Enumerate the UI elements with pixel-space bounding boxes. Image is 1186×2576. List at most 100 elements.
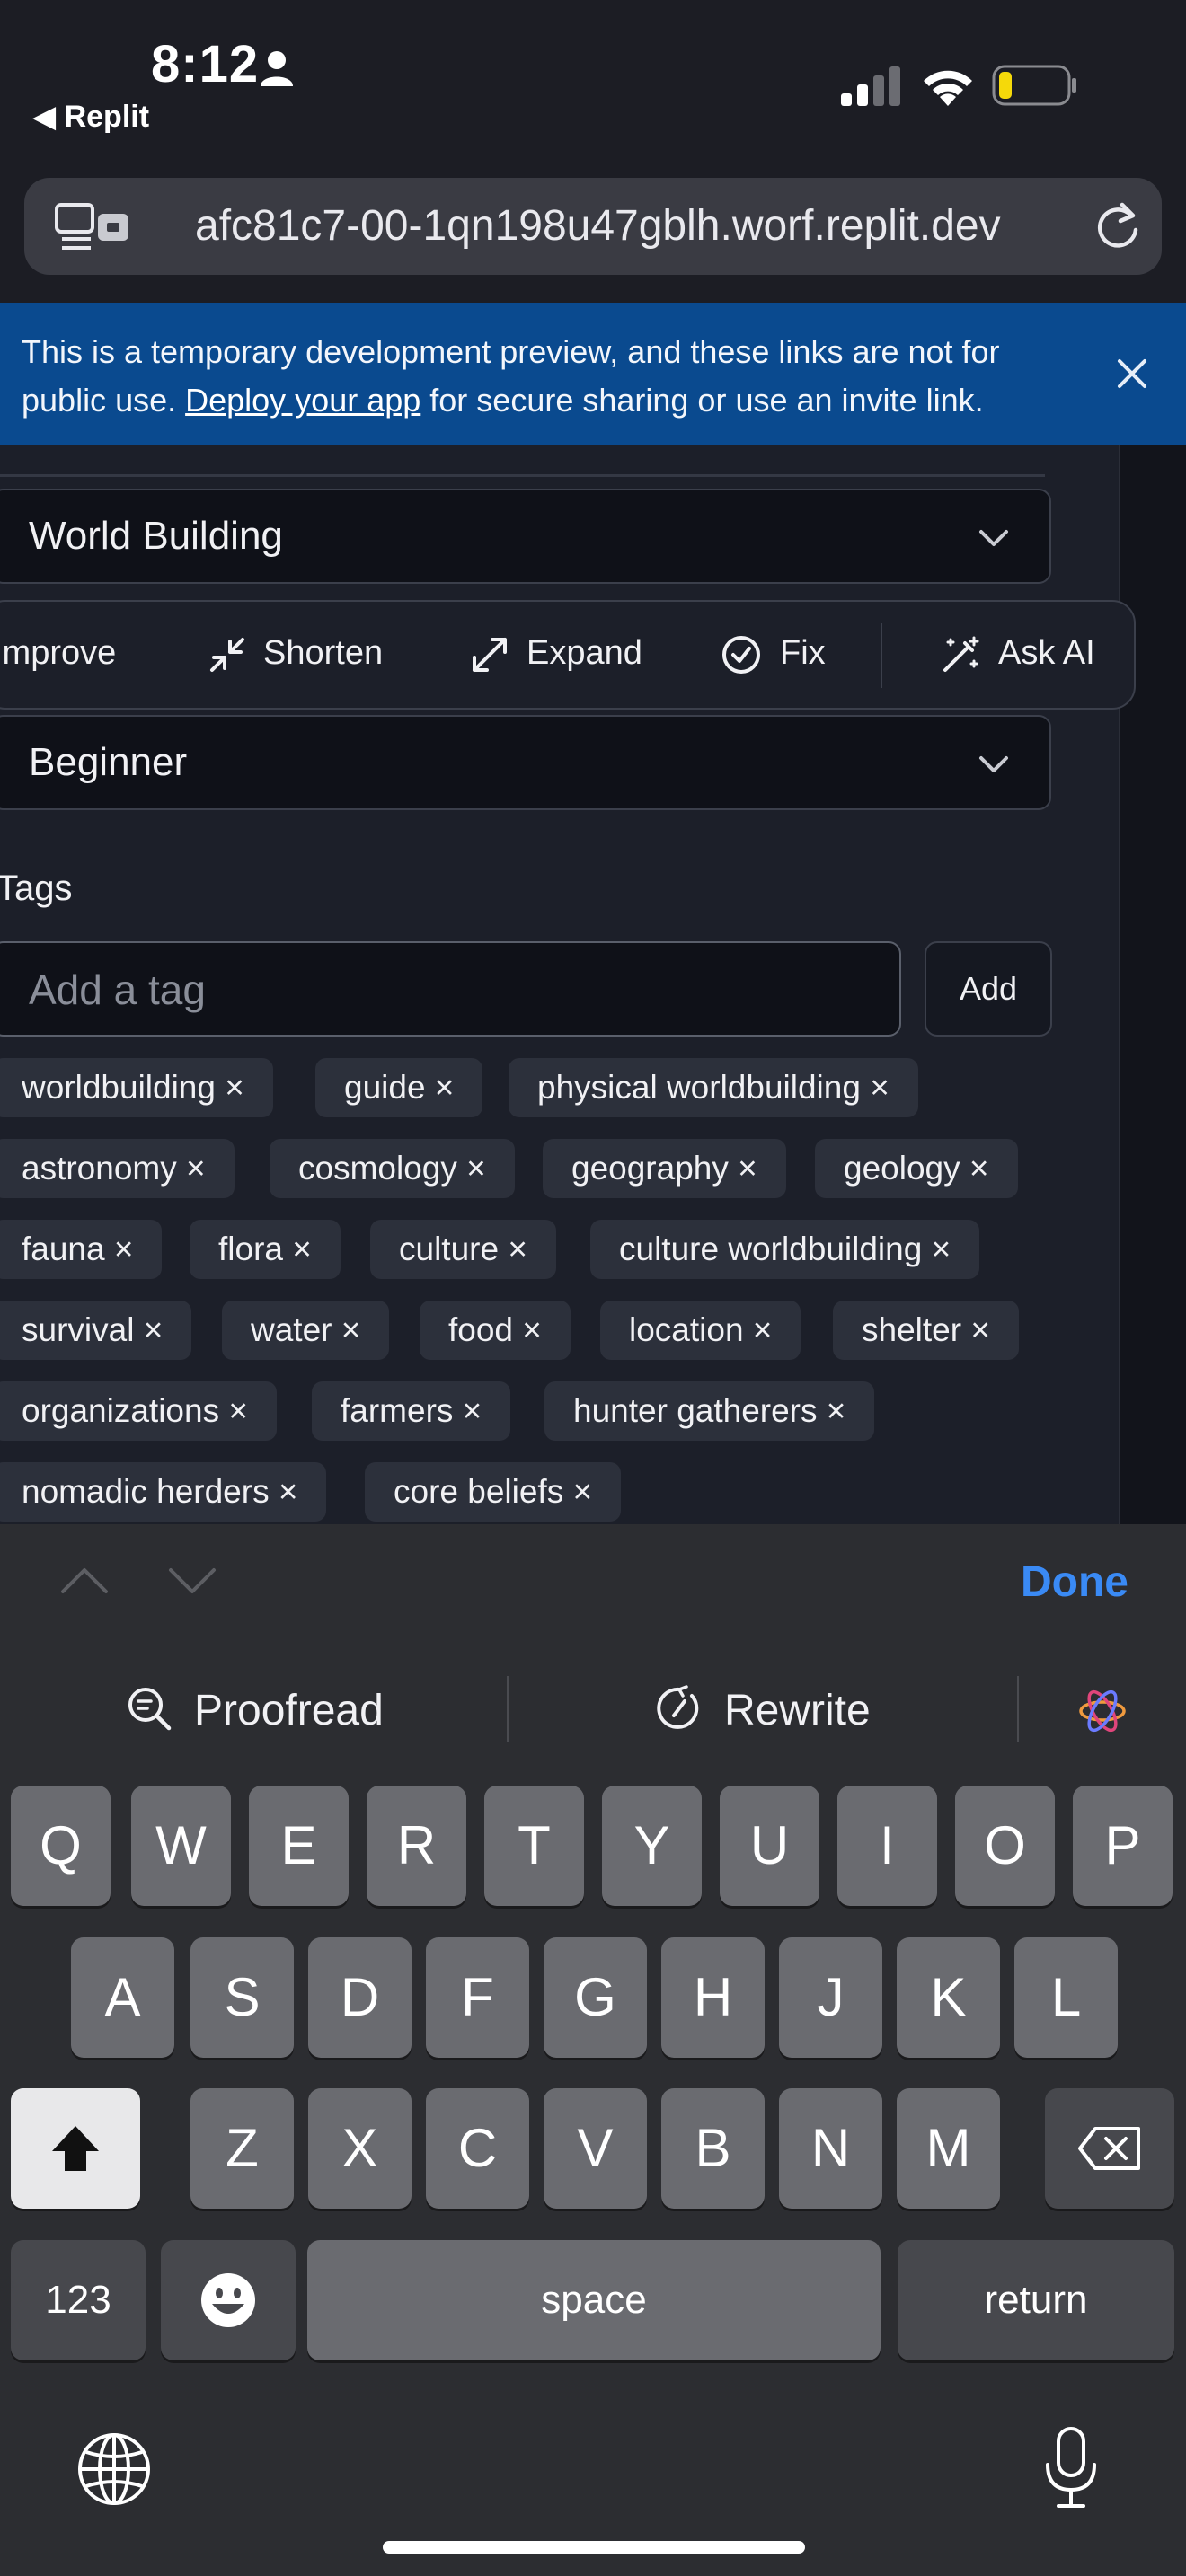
space-key[interactable]: space [307,2240,881,2360]
battery-low-icon [992,65,1076,106]
numbers-key[interactable]: 123 [11,2240,146,2360]
ai-toolbar: Improve Shorten Expand Fix Ask AI [0,600,1136,710]
tag-chip[interactable]: food × [420,1301,571,1360]
shift-arrow-icon [52,2126,99,2171]
improve-button[interactable]: Improve [0,634,116,673]
apple-intelligence-icon[interactable] [1076,1685,1128,1737]
key-l[interactable]: L [1014,1937,1118,2058]
shorten-button[interactable]: Shorten [263,634,383,673]
tag-chip[interactable]: flora × [190,1220,341,1279]
tag-chip[interactable]: survival × [0,1301,192,1360]
tag-chip[interactable]: geography × [543,1139,786,1198]
key-p[interactable]: P [1073,1786,1173,1906]
tag-chip[interactable]: farmers × [312,1381,511,1441]
chevron-down-icon[interactable] [165,1563,219,1599]
writing-tools-divider [507,1676,509,1742]
page-settings-icon[interactable] [55,201,132,253]
rewrite-icon [657,1685,699,1729]
expand-button[interactable]: Expand [527,634,642,673]
key-o[interactable]: O [955,1786,1055,1906]
key-v[interactable]: V [544,2088,647,2209]
magic-wand-icon [943,636,979,672]
chevron-up-icon[interactable] [58,1563,111,1599]
back-to-app-link[interactable]: ◀ Replit [32,99,149,135]
rewrite-button[interactable]: Rewrite [724,1686,871,1735]
key-m[interactable]: M [897,2088,1000,2209]
proofread-button[interactable]: Proofread [194,1686,384,1735]
shift-key[interactable] [11,2088,140,2209]
tags-label: Tags [0,869,73,908]
done-button[interactable]: Done [1021,1557,1128,1607]
key-r[interactable]: R [367,1786,466,1906]
key-q[interactable]: Q [11,1786,111,1906]
tag-chip[interactable]: core beliefs × [365,1462,622,1522]
key-k[interactable]: K [897,1937,1000,2058]
tag-input-box[interactable] [0,941,901,1037]
proofread-icon [128,1688,172,1731]
chevron-down-icon [979,530,1008,546]
status-bar: 8:12 ◀ Replit [0,0,1186,166]
tag-chip[interactable]: culture × [370,1220,556,1279]
key-z[interactable]: Z [190,2088,294,2209]
preview-banner: This is a temporary development preview,… [0,303,1186,445]
key-w[interactable]: W [131,1786,231,1906]
tag-chip[interactable]: nomadic herders × [0,1462,327,1522]
key-e[interactable]: E [249,1786,349,1906]
status-time: 8:12 [151,35,260,93]
key-n[interactable]: N [779,2088,882,2209]
reload-icon[interactable] [1092,199,1144,253]
key-g[interactable]: G [544,1937,647,2058]
banner-text-end: for secure sharing or use an invite link… [420,382,984,419]
tag-chip[interactable]: organizations × [0,1381,277,1441]
banner-message: This is a temporary development preview,… [22,328,1082,425]
key-b[interactable]: B [661,2088,765,2209]
emoji-key[interactable] [161,2240,296,2360]
ask-ai-button[interactable]: Ask AI [998,634,1095,673]
check-circle-icon [722,636,760,674]
shorten-icon [210,638,244,672]
difficulty-select[interactable]: Beginner [0,715,1051,810]
url-text[interactable]: afc81c7-00-1qn198u47gblh.worf.replit.dev [195,201,1001,251]
key-f[interactable]: F [426,1937,529,2058]
home-indicator[interactable] [383,2541,805,2554]
globe-icon[interactable] [75,2430,153,2508]
key-x[interactable]: X [308,2088,412,2209]
tag-input[interactable] [29,963,855,1017]
category-select[interactable]: World Building [0,489,1051,584]
key-j[interactable]: J [779,1937,882,2058]
tag-chip[interactable]: fauna × [0,1220,163,1279]
address-bar[interactable]: afc81c7-00-1qn198u47gblh.worf.replit.dev [24,178,1162,275]
tag-chip[interactable]: geology × [815,1139,1018,1198]
cellular-signal-icon [841,66,900,106]
tag-chip[interactable]: worldbuilding × [0,1058,273,1117]
key-d[interactable]: D [308,1937,412,2058]
tag-chip[interactable]: location × [600,1301,801,1360]
delete-key[interactable] [1045,2088,1174,2209]
chevron-down-icon [979,756,1008,772]
microphone-icon[interactable] [1042,2425,1100,2511]
key-y[interactable]: Y [602,1786,702,1906]
close-icon[interactable] [1111,352,1154,395]
key-u[interactable]: U [720,1786,819,1906]
tag-chip[interactable]: culture worldbuilding × [590,1220,980,1279]
tag-chip[interactable]: shelter × [833,1301,1019,1360]
key-a[interactable]: A [71,1937,174,2058]
key-t[interactable]: T [484,1786,584,1906]
tag-chip[interactable]: cosmology × [270,1139,515,1198]
category-value: World Building [29,514,283,558]
difficulty-value: Beginner [29,740,188,784]
key-h[interactable]: H [661,1937,765,2058]
tag-chip[interactable]: physical worldbuilding × [509,1058,918,1117]
fix-button[interactable]: Fix [780,634,826,673]
return-key[interactable]: return [898,2240,1174,2360]
tag-chip[interactable]: guide × [315,1058,483,1117]
tag-chip[interactable]: hunter gatherers × [544,1381,875,1441]
key-i[interactable]: I [837,1786,937,1906]
deploy-app-link[interactable]: Deploy your app [185,382,420,419]
key-s[interactable]: S [190,1937,294,2058]
key-c[interactable]: C [426,2088,529,2209]
tag-chip[interactable]: astronomy × [0,1139,235,1198]
tag-chip[interactable]: water × [222,1301,390,1360]
add-tag-button[interactable]: Add [925,941,1052,1037]
writing-tools-divider [1017,1676,1019,1742]
